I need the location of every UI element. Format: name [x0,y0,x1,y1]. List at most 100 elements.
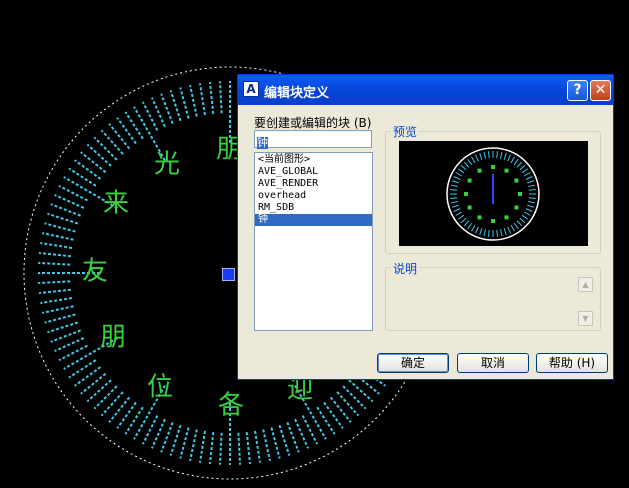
block-list-item[interactable]: <当前图形> [255,154,372,166]
preview-clock-tick [499,229,503,237]
preview-clock-tick [463,220,470,227]
scroll-track[interactable] [578,292,593,311]
preview-clock-tick [507,154,511,162]
clock-character: 各 [218,391,244,421]
clock-character: 光 [154,150,180,180]
clock-tick [336,391,360,417]
help-button[interactable]: 帮助 (H) [536,353,608,373]
selection-grip[interactable] [222,268,235,281]
block-name-input[interactable]: 钟 [254,130,372,149]
dialog-titlebar[interactable]: A 编辑块定义 ? ✕ [238,75,613,105]
block-list-item[interactable]: RM_SDB [255,202,372,214]
clock-tick [44,222,76,233]
clock-tick [237,432,242,465]
clock-tick [86,143,112,167]
preview-clock-tick [467,158,473,166]
dialog-title: 编辑块定义 [264,86,330,101]
preview-clock-tick [523,211,531,216]
preview-clock-tick [510,156,515,164]
preview-clock-mark [491,219,495,223]
preview-clock-mark [504,168,509,173]
clock-tick [342,385,367,410]
clock-tick [116,117,137,145]
block-name-value: 钟 [257,136,268,149]
block-list-item[interactable]: AVE_GLOBAL [255,166,372,178]
preview-clock-image [446,147,540,241]
preview-clock-tick [450,197,458,199]
preview-clock-tick [460,217,467,224]
preview-clock-tick [471,224,476,232]
scroll-up-icon[interactable]: ▲ [578,277,593,292]
preview-clock-tick [467,222,473,230]
clock-tick [108,123,131,150]
clock-tick [278,424,291,456]
description-scrollbar[interactable]: ▲ ▼ [578,277,593,326]
clock-tick [262,429,271,462]
clock-tick [41,232,74,241]
clock-tick [80,151,107,174]
clock-tick [40,297,73,305]
preview-clock-tick [453,208,461,212]
preview-clock-tick [523,172,531,177]
clock-tick [150,418,166,449]
preview-clock-tick [451,180,459,184]
preview-clock-tick [453,176,461,180]
preview-clock-tick [528,200,536,204]
block-list-item[interactable]: 钟 [255,214,372,226]
preview-clock-tick [460,164,467,171]
preview-clock-mark [491,165,495,169]
clock-tick [54,193,85,209]
clock-tick [38,261,71,266]
clock-tick [44,313,76,324]
block-list-item[interactable]: AVE_RENDER [255,178,372,190]
preview-clock-tick [455,211,463,216]
clock-tick [169,90,182,122]
cancel-button[interactable]: 取消 [457,353,529,373]
close-button[interactable]: ✕ [590,80,611,101]
preview-clock-tick [519,164,526,171]
clock-tick [294,418,310,449]
clock-character: 来 [103,189,129,219]
preview-clock-tick [528,189,536,191]
clock-tick [189,84,198,117]
clock-tick [38,288,71,295]
preview-clock-tick [516,220,523,227]
preview-clock-tick [521,168,529,174]
preview-clock-tick [516,161,523,168]
preview-clock-tick [475,154,479,162]
preview-clock-tick [521,214,529,220]
preview-clock-tick [451,204,459,208]
clock-tick [116,401,137,429]
preview-clock-tick [525,176,533,180]
block-list[interactable]: <当前图形> AVE_GLOBAL AVE_RENDER overhead RM_SDB… [254,152,373,331]
preview-clock-tick [457,168,465,174]
preview-clock-tick [455,172,463,177]
clock-tick [74,159,102,180]
clock-tick [254,430,262,463]
preview-clock-tick [507,226,511,234]
clock-tick [80,372,107,395]
clock-tick [189,429,198,462]
block-name-label: 要创建或编辑的块 (B) [254,116,372,130]
clock-tick [198,430,206,463]
preview-clock-tick [499,151,503,159]
clock-tick [93,385,118,410]
clock-tick [218,432,223,465]
ok-button[interactable]: 确定 [377,353,449,373]
clock-tick [198,83,206,116]
scroll-down-icon[interactable]: ▼ [578,311,593,326]
preview-clock-mark [467,205,472,210]
preview-clock-mark [467,178,472,183]
autocad-app-icon: A [243,81,259,97]
clock-tick [108,396,131,423]
preview-clock-tick [488,229,490,237]
block-preview [399,141,588,246]
clock-tick [329,396,352,423]
preview-clock-tick [475,226,479,234]
clock-tick [50,203,81,217]
preview-clock-tick [471,156,476,164]
clock-tick [208,432,215,465]
preview-clock-mark [514,178,519,183]
block-list-item[interactable]: overhead [255,190,372,202]
help-title-button[interactable]: ? [567,80,588,101]
